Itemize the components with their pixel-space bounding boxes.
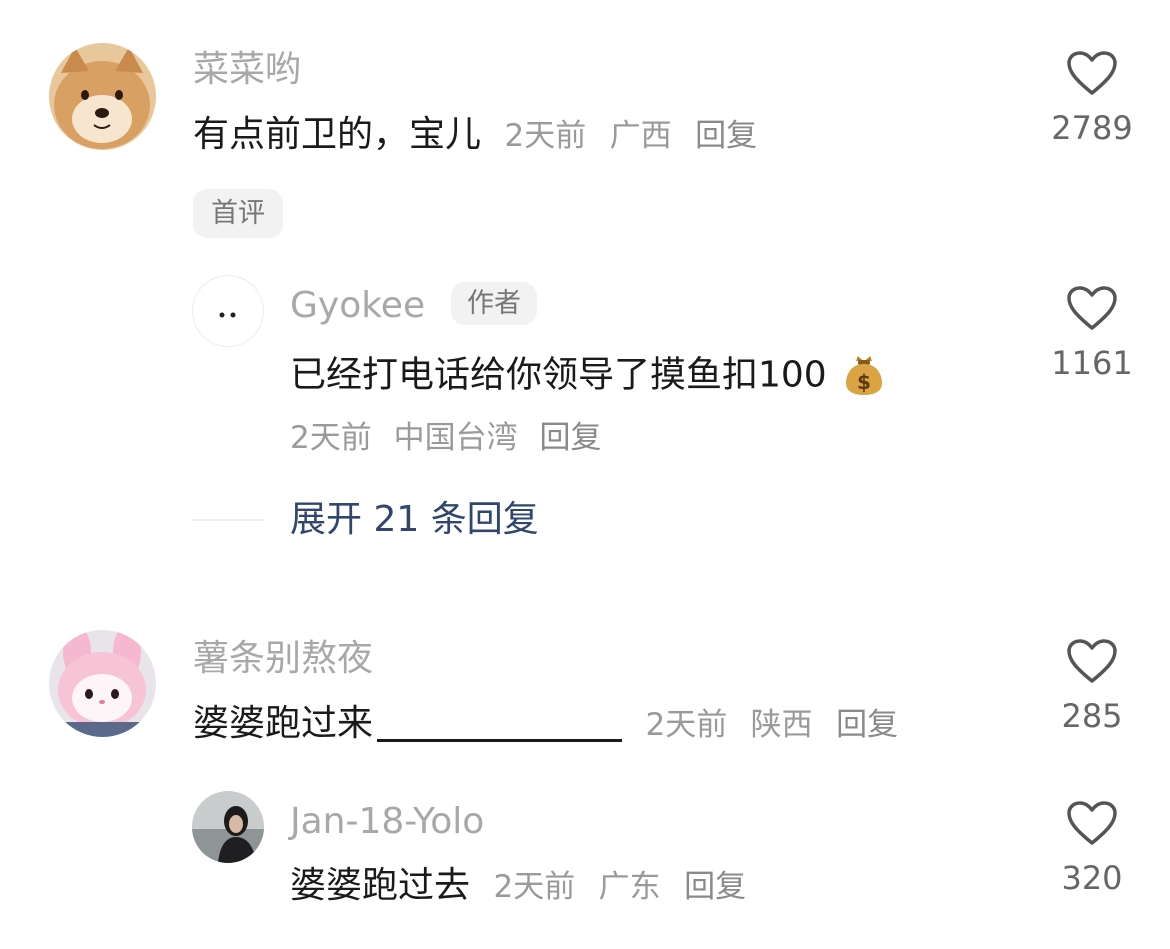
comment-time: 2天前 (504, 118, 587, 154)
like-count: 285 (1061, 697, 1123, 735)
comment-text: 婆婆跑过来 (193, 703, 374, 744)
like-group: 1161 (1032, 285, 1152, 379)
like-count: 2789 (1051, 109, 1133, 147)
comment-location: 广西 (609, 118, 672, 154)
blank-underline (377, 709, 623, 742)
reply-button[interactable]: 回复 (684, 869, 746, 905)
comment-location: 陕西 (750, 707, 813, 743)
heart-icon[interactable] (1066, 50, 1118, 96)
reply-meta: 2天前 中国台湾 回复 (290, 423, 601, 454)
comment-text: 有点前卫的，宝儿 (193, 114, 482, 155)
reply-text: 已经打电话给你领导了摸鱼扣100 (290, 354, 827, 396)
reply-button[interactable]: 回复 (695, 118, 757, 154)
comment-body: 婆婆跑过来 2天前 陕西 回复 (193, 706, 898, 742)
reply-time: 2天前 (290, 420, 372, 456)
avatar-shiba[interactable] (49, 43, 156, 150)
svg-text:$: $ (857, 370, 871, 394)
expand-replies-button[interactable]: 展开 21 条回复 (290, 502, 539, 538)
reply-time: 2天前 (493, 869, 576, 905)
money-bag-icon: $ (844, 350, 884, 403)
comment-time: 2天前 (645, 707, 728, 743)
like-count: 1161 (1051, 344, 1133, 382)
like-group: 285 (1032, 638, 1152, 732)
dots-face-avatar-icon (219, 312, 236, 318)
reply-text-row: 已经打电话给你领导了摸鱼扣100 $ (290, 350, 884, 403)
reply-button[interactable]: 回复 (836, 707, 898, 743)
reply-text-row: 婆婆跑过去 2天前 广东 回复 (290, 868, 746, 904)
heart-icon[interactable] (1066, 800, 1118, 846)
first-comment-tag: 首评 (193, 189, 283, 238)
reply-text: 婆婆跑过去 (290, 865, 471, 906)
like-group: 320 (1032, 800, 1152, 894)
comment-username[interactable]: 菜菜哟 (193, 52, 301, 88)
girl-seaside-avatar-icon (192, 791, 264, 863)
pink-bunny-avatar-icon (49, 630, 156, 737)
heart-icon[interactable] (1066, 638, 1118, 684)
avatar-jan[interactable] (192, 791, 264, 863)
heart-icon[interactable] (1066, 285, 1118, 331)
expand-divider (192, 519, 264, 521)
comment-username[interactable]: 薯条别熬夜 (193, 641, 373, 677)
comment-body: 有点前卫的，宝儿 2天前 广西 回复 (193, 117, 757, 153)
avatar-gyokee[interactable] (192, 275, 264, 347)
like-count: 320 (1061, 859, 1123, 897)
like-group: 2789 (1032, 50, 1152, 144)
tag-label: 首评 (211, 198, 265, 229)
author-badge: 作者 (451, 282, 537, 325)
reply-button[interactable]: 回复 (539, 420, 601, 456)
reply-username[interactable]: Gyokee (290, 288, 425, 324)
reply-username[interactable]: Jan-18-Yolo (290, 804, 484, 840)
reply-location: 广东 (598, 869, 661, 905)
reply-location: 中国台湾 (393, 420, 518, 456)
avatar-bunny[interactable] (49, 630, 156, 737)
badge-label: 作者 (467, 288, 521, 319)
shiba-dog-avatar-icon (49, 43, 156, 150)
